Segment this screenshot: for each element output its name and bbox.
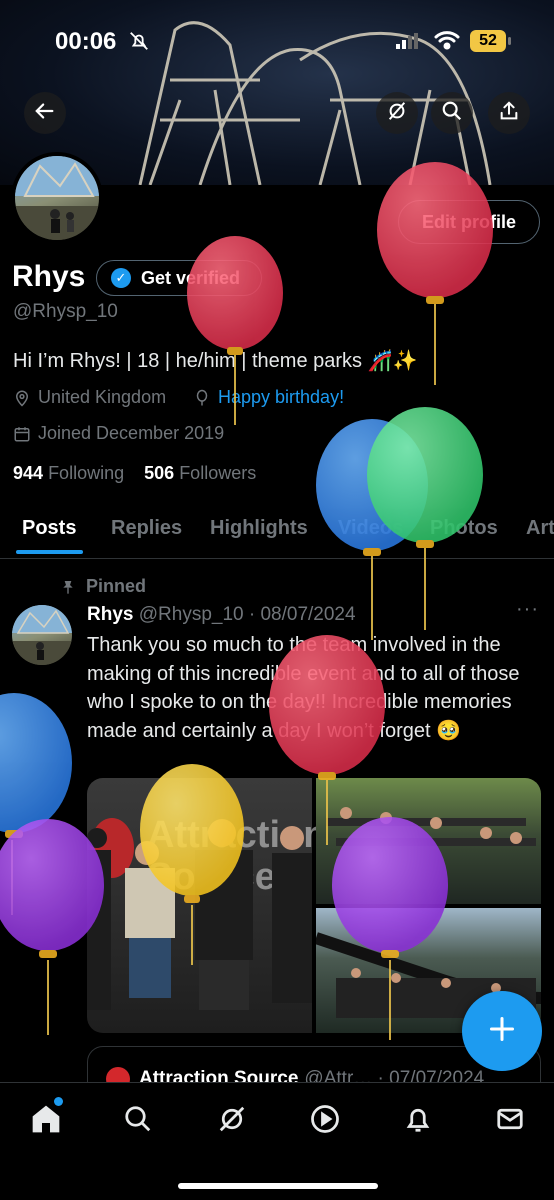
post-more-button[interactable]: ··· xyxy=(516,598,539,621)
joined-text: Joined December 2019 xyxy=(38,423,225,443)
tab-highlights[interactable]: Highlights xyxy=(210,517,308,540)
media-photo-riders[interactable] xyxy=(316,778,541,904)
following-label: Following xyxy=(48,463,125,483)
location-text: United Kingdom xyxy=(38,387,167,407)
profile-avatar[interactable] xyxy=(11,152,103,244)
wifi-icon xyxy=(434,30,460,55)
nav-notifications[interactable] xyxy=(398,1101,438,1141)
following-count: 944 xyxy=(13,463,44,483)
compose-button[interactable] xyxy=(462,991,542,1071)
grok-icon xyxy=(386,100,408,127)
edit-profile-button[interactable]: Edit profile xyxy=(398,200,540,244)
pin-icon xyxy=(60,578,76,596)
profile-handle: @Rhysp_10 xyxy=(13,301,118,322)
profile-birthday: Happy birthday! xyxy=(193,387,344,408)
following-link[interactable]: 944 Following xyxy=(13,463,124,483)
get-verified-label: Get verified xyxy=(141,267,241,288)
grok-button[interactable] xyxy=(376,92,418,134)
status-time: 00:06 xyxy=(55,28,117,55)
follow-counts: 944 Following 506 Followers xyxy=(13,463,256,484)
battery-indicator: 52 xyxy=(470,30,506,52)
profile-joined: Joined December 2019 xyxy=(13,423,224,444)
search-icon xyxy=(441,100,463,127)
back-button[interactable] xyxy=(24,92,66,134)
pinned-text: Pinned xyxy=(86,576,147,596)
birthday-text[interactable]: Happy birthday! xyxy=(218,387,344,408)
nav-videos[interactable] xyxy=(305,1101,345,1141)
tab-photos[interactable]: Photos xyxy=(430,517,498,540)
media-photo-group[interactable]: Attraction Source xyxy=(87,778,326,1033)
location-pin-icon xyxy=(13,389,31,407)
followers-label: Followers xyxy=(179,463,257,483)
home-icon xyxy=(30,1103,62,1140)
profile-name: Rhys xyxy=(12,260,86,293)
profile-bio: Hi I’m Rhys! | 18 | he/him | theme parks… xyxy=(13,350,418,372)
profile-tabs: Posts Replies Highlights Videos Photos A… xyxy=(0,505,554,559)
share-icon xyxy=(498,100,520,127)
followers-count: 506 xyxy=(144,463,175,483)
calendar-icon xyxy=(13,425,31,443)
plus-icon xyxy=(488,1015,516,1048)
play-icon xyxy=(310,1104,340,1139)
nav-messages[interactable] xyxy=(490,1101,530,1141)
mail-icon xyxy=(495,1104,525,1139)
pinned-label: Pinned xyxy=(60,576,146,597)
post-author[interactable]: Rhys xyxy=(87,604,133,625)
tab-videos[interactable]: Videos xyxy=(338,517,403,540)
balloon-icon xyxy=(193,389,211,407)
post-text: Thank you so much to the team involved i… xyxy=(87,634,520,742)
share-button[interactable] xyxy=(488,92,530,134)
arrow-left-icon xyxy=(34,100,56,127)
nav-home[interactable] xyxy=(26,1101,66,1141)
profile-location: United Kingdom xyxy=(13,387,166,408)
bell-icon xyxy=(403,1104,433,1139)
post-media[interactable]: Attraction Source xyxy=(87,778,541,1033)
nav-grok[interactable] xyxy=(212,1101,252,1141)
cell-signal-icon xyxy=(396,33,420,54)
active-tab-indicator xyxy=(16,550,83,554)
verified-badge-icon: ✓ xyxy=(111,268,131,288)
bell-muted-icon xyxy=(128,30,150,57)
grok-icon xyxy=(217,1104,247,1139)
tab-articles[interactable]: Art xyxy=(526,517,554,540)
post-header: Rhys @Rhysp_10 · 08/07/2024 xyxy=(87,604,356,626)
home-indicator xyxy=(178,1183,378,1189)
home-notification-dot xyxy=(54,1097,63,1106)
nav-search[interactable] xyxy=(118,1101,158,1141)
tab-replies[interactable]: Replies xyxy=(111,517,182,540)
search-button[interactable] xyxy=(431,92,473,134)
search-icon xyxy=(123,1104,153,1139)
get-verified-button[interactable]: ✓ Get verified xyxy=(96,260,262,296)
battery-tip xyxy=(508,37,511,45)
tab-posts[interactable]: Posts xyxy=(22,517,76,540)
balloon-blue-2 xyxy=(0,693,72,915)
post-author-avatar[interactable] xyxy=(12,605,72,665)
status-bar: 00:06 52 xyxy=(0,0,554,80)
followers-link[interactable]: 506 Followers xyxy=(144,463,256,483)
post-handle-date: @Rhysp_10 · 08/07/2024 xyxy=(138,604,356,625)
